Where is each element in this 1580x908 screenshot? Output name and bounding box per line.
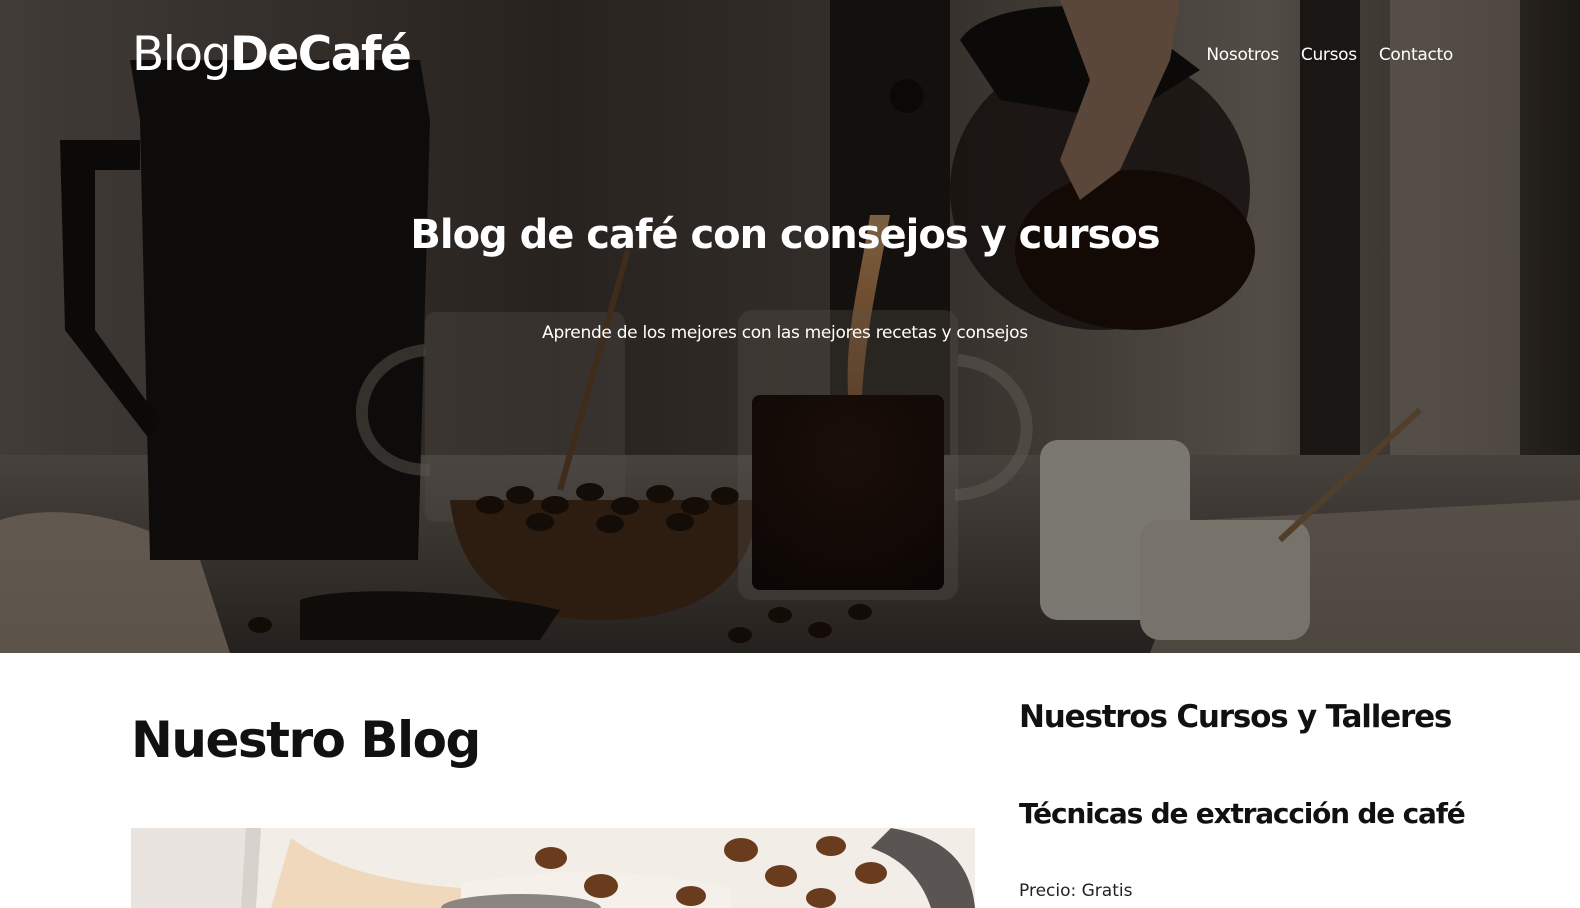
courses-heading: Nuestros Cursos y Talleres xyxy=(1019,699,1452,735)
hero-subtitle: Aprende de los mejores con las mejores r… xyxy=(542,323,1028,343)
site-logo[interactable]: BlogDeCafé xyxy=(132,31,412,78)
site-header: BlogDeCafé Nosotros Cursos Contacto xyxy=(132,24,1453,84)
course-price: Precio: Gratis xyxy=(1019,881,1133,901)
logo-text-light: Blog xyxy=(132,26,231,82)
main-navigation: Nosotros Cursos Contacto xyxy=(1206,43,1453,65)
hero-section: BlogDeCafé Nosotros Cursos Contacto Blog… xyxy=(0,0,1580,653)
main-content: Nuestro Blog Nuestros Cursos y Talleres … xyxy=(0,653,1580,908)
logo-text-bold: DeCafé xyxy=(229,26,412,82)
hero-title: Blog de café con consejos y cursos xyxy=(410,212,1160,258)
nav-link-cursos[interactable]: Cursos xyxy=(1301,45,1357,65)
nav-link-nosotros[interactable]: Nosotros xyxy=(1206,45,1279,65)
nav-link-contacto[interactable]: Contacto xyxy=(1379,45,1453,65)
blog-post-image[interactable] xyxy=(131,828,975,908)
course-title[interactable]: Técnicas de extracción de café xyxy=(1019,797,1466,830)
blog-heading: Nuestro Blog xyxy=(131,711,481,769)
